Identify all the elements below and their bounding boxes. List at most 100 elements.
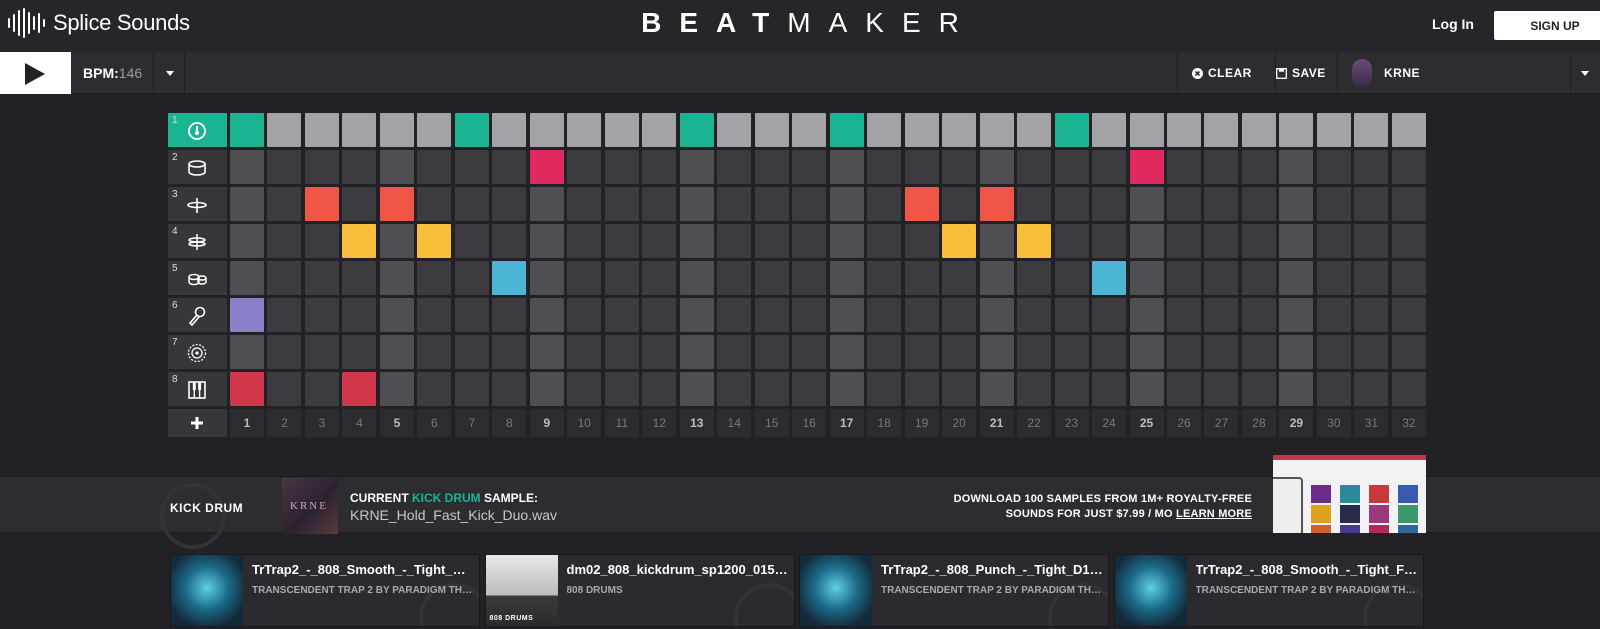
step-cell[interactable] — [1279, 187, 1314, 221]
step-cell[interactable] — [304, 372, 339, 406]
step-cell[interactable] — [1204, 298, 1239, 332]
step-cell[interactable] — [642, 372, 677, 406]
step-cell[interactable] — [379, 150, 414, 184]
step-cell[interactable] — [1017, 224, 1052, 258]
step-cell[interactable] — [342, 335, 377, 369]
row-header-3[interactable]: 3 — [168, 187, 227, 221]
step-cell[interactable] — [379, 335, 414, 369]
step-cell[interactable] — [1092, 261, 1127, 295]
clear-button[interactable]: CLEAR — [1177, 52, 1275, 94]
step-cell[interactable] — [304, 187, 339, 221]
user-dropdown[interactable] — [1571, 52, 1600, 94]
step-cell[interactable] — [1017, 187, 1052, 221]
step-cell[interactable] — [529, 261, 564, 295]
step-cell[interactable] — [942, 261, 977, 295]
step-cell[interactable] — [529, 113, 564, 147]
step-cell[interactable] — [454, 335, 489, 369]
step-cell[interactable] — [829, 335, 864, 369]
step-cell[interactable] — [1241, 113, 1276, 147]
step-cell[interactable] — [679, 113, 714, 147]
step-cell[interactable] — [1241, 224, 1276, 258]
step-cell[interactable] — [1241, 335, 1276, 369]
step-cell[interactable] — [1316, 335, 1351, 369]
step-cell[interactable] — [867, 298, 902, 332]
step-cell[interactable] — [867, 187, 902, 221]
step-cell[interactable] — [867, 372, 902, 406]
step-cell[interactable] — [829, 261, 864, 295]
step-cell[interactable] — [904, 372, 939, 406]
step-cell[interactable] — [304, 261, 339, 295]
step-cell[interactable] — [529, 298, 564, 332]
step-cell[interactable] — [417, 298, 452, 332]
step-cell[interactable] — [1391, 224, 1426, 258]
step-cell[interactable] — [604, 298, 639, 332]
step-cell[interactable] — [754, 224, 789, 258]
step-cell[interactable] — [267, 150, 302, 184]
step-cell[interactable] — [417, 150, 452, 184]
step-cell[interactable] — [1279, 372, 1314, 406]
step-cell[interactable] — [679, 187, 714, 221]
step-cell[interactable] — [304, 113, 339, 147]
step-cell[interactable] — [604, 224, 639, 258]
step-cell[interactable] — [1354, 261, 1389, 295]
step-cell[interactable] — [492, 261, 527, 295]
step-cell[interactable] — [754, 150, 789, 184]
step-cell[interactable] — [1092, 224, 1127, 258]
step-cell[interactable] — [304, 224, 339, 258]
step-cell[interactable] — [1279, 298, 1314, 332]
step-cell[interactable] — [1391, 150, 1426, 184]
step-cell[interactable] — [1017, 150, 1052, 184]
step-cell[interactable] — [267, 113, 302, 147]
step-cell[interactable] — [754, 372, 789, 406]
step-cell[interactable] — [379, 113, 414, 147]
step-cell[interactable] — [979, 298, 1014, 332]
step-cell[interactable] — [267, 298, 302, 332]
step-cell[interactable] — [1316, 113, 1351, 147]
step-cell[interactable] — [342, 187, 377, 221]
step-cell[interactable] — [529, 150, 564, 184]
step-cell[interactable] — [1279, 261, 1314, 295]
step-cell[interactable] — [1354, 224, 1389, 258]
step-cell[interactable] — [1279, 150, 1314, 184]
step-cell[interactable] — [604, 335, 639, 369]
step-cell[interactable] — [454, 113, 489, 147]
step-cell[interactable] — [754, 187, 789, 221]
step-cell[interactable] — [1167, 298, 1201, 332]
step-cell[interactable] — [979, 335, 1014, 369]
step-cell[interactable] — [379, 372, 414, 406]
step-cell[interactable] — [679, 372, 714, 406]
step-cell[interactable] — [230, 113, 264, 147]
step-cell[interactable] — [1129, 113, 1164, 147]
step-cell[interactable] — [1354, 335, 1389, 369]
step-cell[interactable] — [1279, 113, 1314, 147]
step-cell[interactable] — [867, 335, 902, 369]
step-cell[interactable] — [492, 150, 527, 184]
step-cell[interactable] — [1204, 335, 1239, 369]
step-cell[interactable] — [454, 261, 489, 295]
step-cell[interactable] — [567, 150, 602, 184]
step-cell[interactable] — [230, 224, 264, 258]
step-cell[interactable] — [979, 261, 1014, 295]
step-cell[interactable] — [267, 187, 302, 221]
step-cell[interactable] — [492, 187, 527, 221]
step-cell[interactable] — [267, 372, 302, 406]
step-cell[interactable] — [1391, 187, 1426, 221]
step-cell[interactable] — [754, 335, 789, 369]
step-cell[interactable] — [1204, 113, 1239, 147]
step-cell[interactable] — [754, 261, 789, 295]
step-cell[interactable] — [454, 298, 489, 332]
signup-button[interactable]: SIGN UP — [1494, 11, 1600, 40]
user-menu[interactable]: KRNE — [1337, 52, 1571, 94]
step-cell[interactable] — [1316, 224, 1351, 258]
step-cell[interactable] — [754, 113, 789, 147]
learn-more-link[interactable]: LEARN MORE — [1176, 508, 1252, 520]
step-cell[interactable] — [904, 298, 939, 332]
step-cell[interactable] — [1054, 335, 1089, 369]
step-cell[interactable] — [1054, 150, 1089, 184]
step-cell[interactable] — [792, 372, 827, 406]
step-cell[interactable] — [1241, 261, 1276, 295]
step-cell[interactable] — [642, 224, 677, 258]
step-cell[interactable] — [342, 298, 377, 332]
step-cell[interactable] — [904, 335, 939, 369]
step-cell[interactable] — [829, 187, 864, 221]
